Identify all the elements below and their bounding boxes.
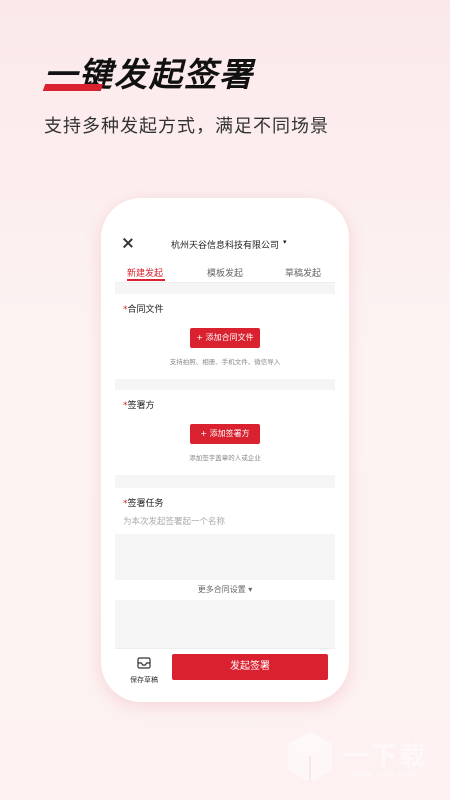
watermark: 一下载 www.yxi4.com — [285, 730, 435, 790]
cube-logo-icon — [288, 732, 332, 782]
tab-new[interactable]: 新建发起 — [127, 266, 163, 279]
submit-sign-button[interactable]: 发起签署 — [172, 654, 328, 680]
tab-indicator — [127, 279, 165, 281]
contract-hint: 支持拍照、相册、手机文件、微信导入 — [169, 358, 281, 366]
company-name[interactable]: 杭州天谷信息科技有限公司 — [171, 238, 279, 251]
phone-frame: 杭州天谷信息科技有限公司 ▾ 新建发起 模板发起 草稿发起 *合同文件 + 添加… — [101, 198, 349, 702]
chevron-down-icon[interactable]: ▾ — [283, 238, 287, 246]
tab-draft[interactable]: 草稿发起 — [285, 266, 321, 279]
inbox-icon — [137, 657, 151, 669]
tab-template[interactable]: 模板发起 — [207, 266, 243, 279]
signer-section: *签署方 + 添加签署方 添加签字盖章的人或企业 — [115, 390, 335, 475]
task-section: *签署任务 为本次发起签署起一个名称 — [115, 488, 335, 534]
signer-hint: 添加签字盖章的人或企业 — [189, 454, 261, 462]
watermark-url: www.yxi4.com — [351, 770, 417, 780]
app-header: 杭州天谷信息科技有限公司 ▾ — [115, 226, 335, 256]
watermark-text: 一下载 — [343, 742, 428, 772]
more-settings-link[interactable]: 更多合同设置 ▾ — [115, 580, 335, 600]
hero-subtitle: 支持多种发起方式，满足不同场景 — [44, 116, 329, 137]
task-label: *签署任务 — [123, 499, 164, 509]
close-icon[interactable] — [123, 238, 133, 248]
task-name-input[interactable]: 为本次发起签署起一个名称 — [123, 515, 225, 527]
add-signer-button[interactable]: + 添加签署方 — [190, 424, 260, 444]
app-screen: 杭州天谷信息科技有限公司 ▾ 新建发起 模板发起 草稿发起 *合同文件 + 添加… — [115, 226, 335, 687]
save-draft-label: 保存草稿 — [130, 676, 158, 684]
contract-section: *合同文件 + 添加合同文件 支持拍照、相册、手机文件、微信导入 — [115, 294, 335, 379]
add-contract-button[interactable]: + 添加合同文件 — [190, 328, 260, 348]
bottom-bar: 保存草稿 发起签署 — [115, 648, 335, 687]
hero-underline — [42, 84, 104, 91]
signer-label: *签署方 — [123, 401, 155, 411]
save-draft-button[interactable]: 保存草稿 — [123, 654, 165, 685]
tab-bar: 新建发起 模板发起 草稿发起 — [115, 256, 335, 283]
contract-label: *合同文件 — [123, 305, 164, 315]
